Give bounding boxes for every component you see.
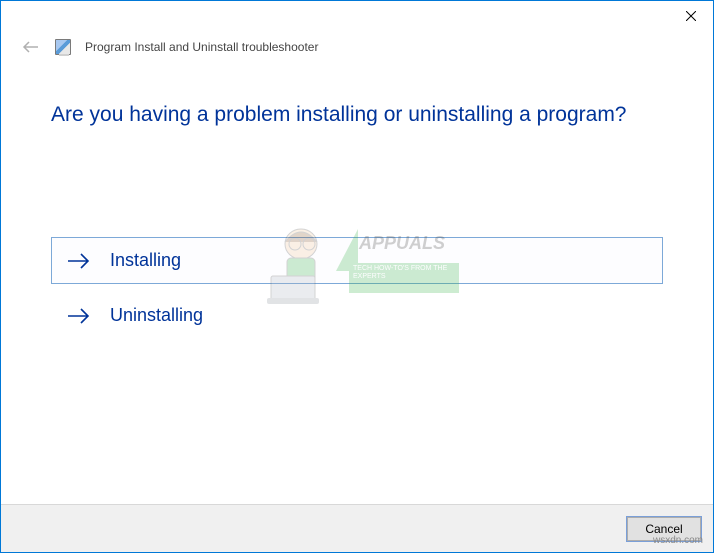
close-button[interactable]: [668, 1, 713, 31]
window-title: Program Install and Uninstall troublesho…: [85, 40, 318, 54]
option-label: Installing: [110, 250, 181, 271]
titlebar: [1, 1, 713, 33]
header: Program Install and Uninstall troublesho…: [1, 33, 713, 61]
close-icon: [686, 11, 696, 21]
arrow-right-icon: [66, 306, 92, 326]
arrow-right-icon: [66, 251, 92, 271]
page-heading: Are you having a problem installing or u…: [51, 103, 663, 127]
back-button[interactable]: [21, 37, 41, 57]
option-installing[interactable]: Installing: [51, 237, 663, 284]
attribution: wsxdn.com: [653, 535, 703, 546]
content-area: Are you having a problem installing or u…: [1, 61, 713, 339]
option-label: Uninstalling: [110, 305, 203, 326]
option-uninstalling[interactable]: Uninstalling: [51, 292, 663, 339]
footer: Cancel: [1, 504, 713, 552]
troubleshooter-icon: [55, 39, 71, 55]
back-arrow-icon: [22, 40, 40, 54]
